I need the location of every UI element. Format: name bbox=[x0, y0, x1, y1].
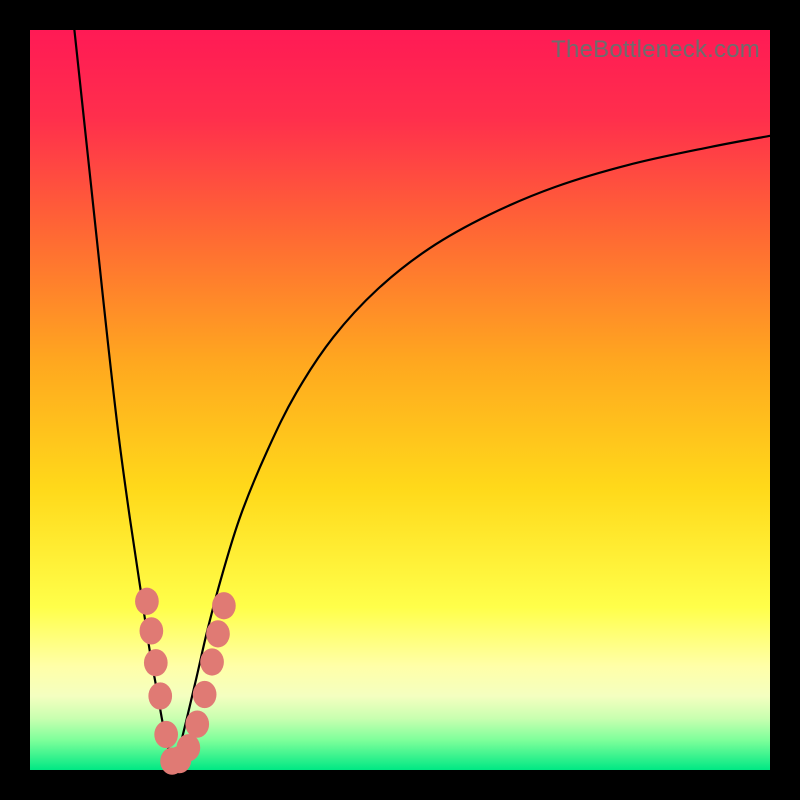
marker-dot bbox=[148, 682, 172, 709]
right-branch-curve bbox=[174, 136, 770, 766]
marker-dot bbox=[177, 734, 201, 761]
marker-dot bbox=[193, 681, 217, 708]
marker-cluster bbox=[135, 588, 236, 775]
chart-frame: TheBottleneck.com bbox=[0, 0, 800, 800]
marker-dot bbox=[200, 648, 224, 675]
plot-area: TheBottleneck.com bbox=[30, 30, 770, 770]
marker-dot bbox=[185, 711, 209, 738]
marker-dot bbox=[144, 649, 168, 676]
curve-layer bbox=[30, 30, 770, 770]
marker-dot bbox=[140, 617, 164, 644]
marker-dot bbox=[206, 620, 230, 647]
marker-dot bbox=[154, 721, 178, 748]
marker-dot bbox=[135, 588, 159, 615]
marker-dot bbox=[212, 592, 236, 619]
